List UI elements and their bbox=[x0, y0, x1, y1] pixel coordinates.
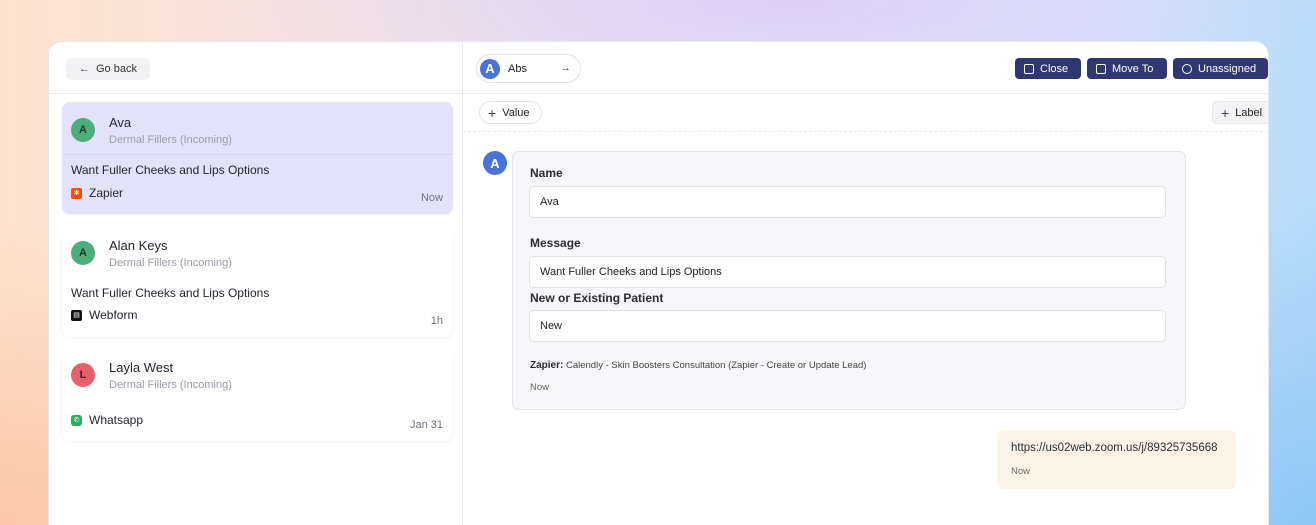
outgoing-message-text[interactable]: https://us02web.zoom.us/j/89325735668 bbox=[1011, 442, 1218, 454]
pipeline-label: Dermal Fillers (Incoming) bbox=[109, 134, 232, 146]
add-label-button[interactable]: + Label bbox=[1212, 101, 1268, 124]
assignee-avatar: A bbox=[480, 58, 500, 79]
plus-icon: + bbox=[1221, 104, 1230, 121]
message-preview: Want Fuller Cheeks and Lips Options bbox=[71, 163, 270, 177]
source: ✱ Zapier bbox=[71, 186, 123, 200]
close-button[interactable]: Close bbox=[1015, 58, 1081, 79]
contact-name: Ava bbox=[109, 115, 132, 130]
incoming-message-card: Name Ava Message Want Fuller Cheeks and … bbox=[512, 151, 1186, 410]
pipeline-label: Dermal Fillers (Incoming) bbox=[109, 257, 232, 269]
field-value-patient-type: New bbox=[529, 310, 1166, 342]
inbox-window: ← Go back A Ava Dermal Fillers (Incoming… bbox=[48, 41, 1269, 525]
field-label-name: Name bbox=[530, 166, 563, 180]
tag-toolbar: + Value + Label bbox=[463, 94, 1268, 132]
unassigned-label: Unassigned bbox=[1198, 62, 1257, 75]
detail-header: A Abs → Close Move To Unassigned bbox=[463, 42, 1268, 94]
go-back-button[interactable]: ← Go back bbox=[66, 58, 150, 80]
divider bbox=[62, 154, 453, 155]
conversation-item-layla-west[interactable]: L Layla West Dermal Fillers (Incoming) ✆… bbox=[62, 347, 453, 441]
avatar: L bbox=[71, 363, 95, 387]
avatar: A bbox=[71, 241, 95, 265]
avatar: A bbox=[71, 118, 95, 142]
close-conversation-icon bbox=[1024, 63, 1034, 74]
move-to-button[interactable]: Move To bbox=[1087, 58, 1167, 79]
unassigned-button[interactable]: Unassigned bbox=[1173, 58, 1268, 79]
source: ✆ Whatsapp bbox=[71, 413, 143, 427]
close-label: Close bbox=[1040, 62, 1069, 75]
zapier-icon: ✱ bbox=[71, 187, 82, 199]
contact-name: Alan Keys bbox=[109, 238, 168, 253]
arrow-right-icon: → bbox=[560, 62, 571, 74]
label-label: Label bbox=[1235, 106, 1263, 119]
field-value-message: Want Fuller Cheeks and Lips Options bbox=[529, 256, 1166, 288]
move-to-icon bbox=[1096, 63, 1106, 74]
field-value-name: Ava bbox=[529, 186, 1166, 218]
message-preview: Want Fuller Cheeks and Lips Options bbox=[71, 286, 270, 300]
add-value-button[interactable]: + Value bbox=[479, 101, 542, 124]
message-timestamp: Now bbox=[530, 382, 550, 393]
go-back-label: Go back bbox=[96, 63, 137, 75]
outgoing-timestamp: Now bbox=[1011, 466, 1031, 477]
conversation-detail-panel: A Abs → Close Move To Unassigned + Value bbox=[463, 42, 1268, 525]
conversation-list-panel: ← Go back A Ava Dermal Fillers (Incoming… bbox=[49, 42, 463, 525]
field-label-message: Message bbox=[530, 236, 581, 250]
message-source: Zapier: Calendly - Skin Boosters Consult… bbox=[530, 360, 866, 371]
value-label: Value bbox=[502, 106, 530, 119]
conversation-item-alan-keys[interactable]: A Alan Keys Dermal Fillers (Incoming) Wa… bbox=[62, 225, 453, 337]
whatsapp-icon: ✆ bbox=[71, 414, 82, 426]
outgoing-message-bubble: https://us02web.zoom.us/j/89325735668 No… bbox=[997, 430, 1236, 489]
contact-name: Layla West bbox=[109, 360, 174, 375]
arrow-left-icon: ← bbox=[79, 63, 90, 75]
sender-avatar: A bbox=[483, 151, 507, 175]
source-prefix: Zapier: bbox=[530, 360, 564, 371]
pipeline-label: Dermal Fillers (Incoming) bbox=[109, 379, 232, 391]
user-icon bbox=[1182, 63, 1192, 74]
source: ▤ Webform bbox=[71, 308, 137, 322]
list-header: ← Go back bbox=[49, 42, 462, 94]
source-label: Webform bbox=[89, 308, 138, 322]
timestamp: Jan 31 bbox=[409, 419, 443, 431]
field-label-patient-type: New or Existing Patient bbox=[530, 291, 664, 305]
assignee-selector[interactable]: A Abs → bbox=[476, 54, 581, 83]
source-label: Zapier bbox=[89, 186, 124, 200]
source-label: Whatsapp bbox=[89, 413, 144, 427]
plus-icon: + bbox=[488, 104, 497, 121]
move-to-label: Move To bbox=[1112, 62, 1154, 75]
assignee-name: Abs bbox=[508, 62, 527, 75]
source-detail: Calendly - Skin Boosters Consultation (Z… bbox=[563, 360, 867, 371]
timestamp: 1h bbox=[430, 315, 443, 327]
timestamp: Now bbox=[420, 192, 443, 204]
webform-icon: ▤ bbox=[71, 309, 82, 321]
conversation-item-ava[interactable]: A Ava Dermal Fillers (Incoming) Want Ful… bbox=[62, 102, 453, 214]
